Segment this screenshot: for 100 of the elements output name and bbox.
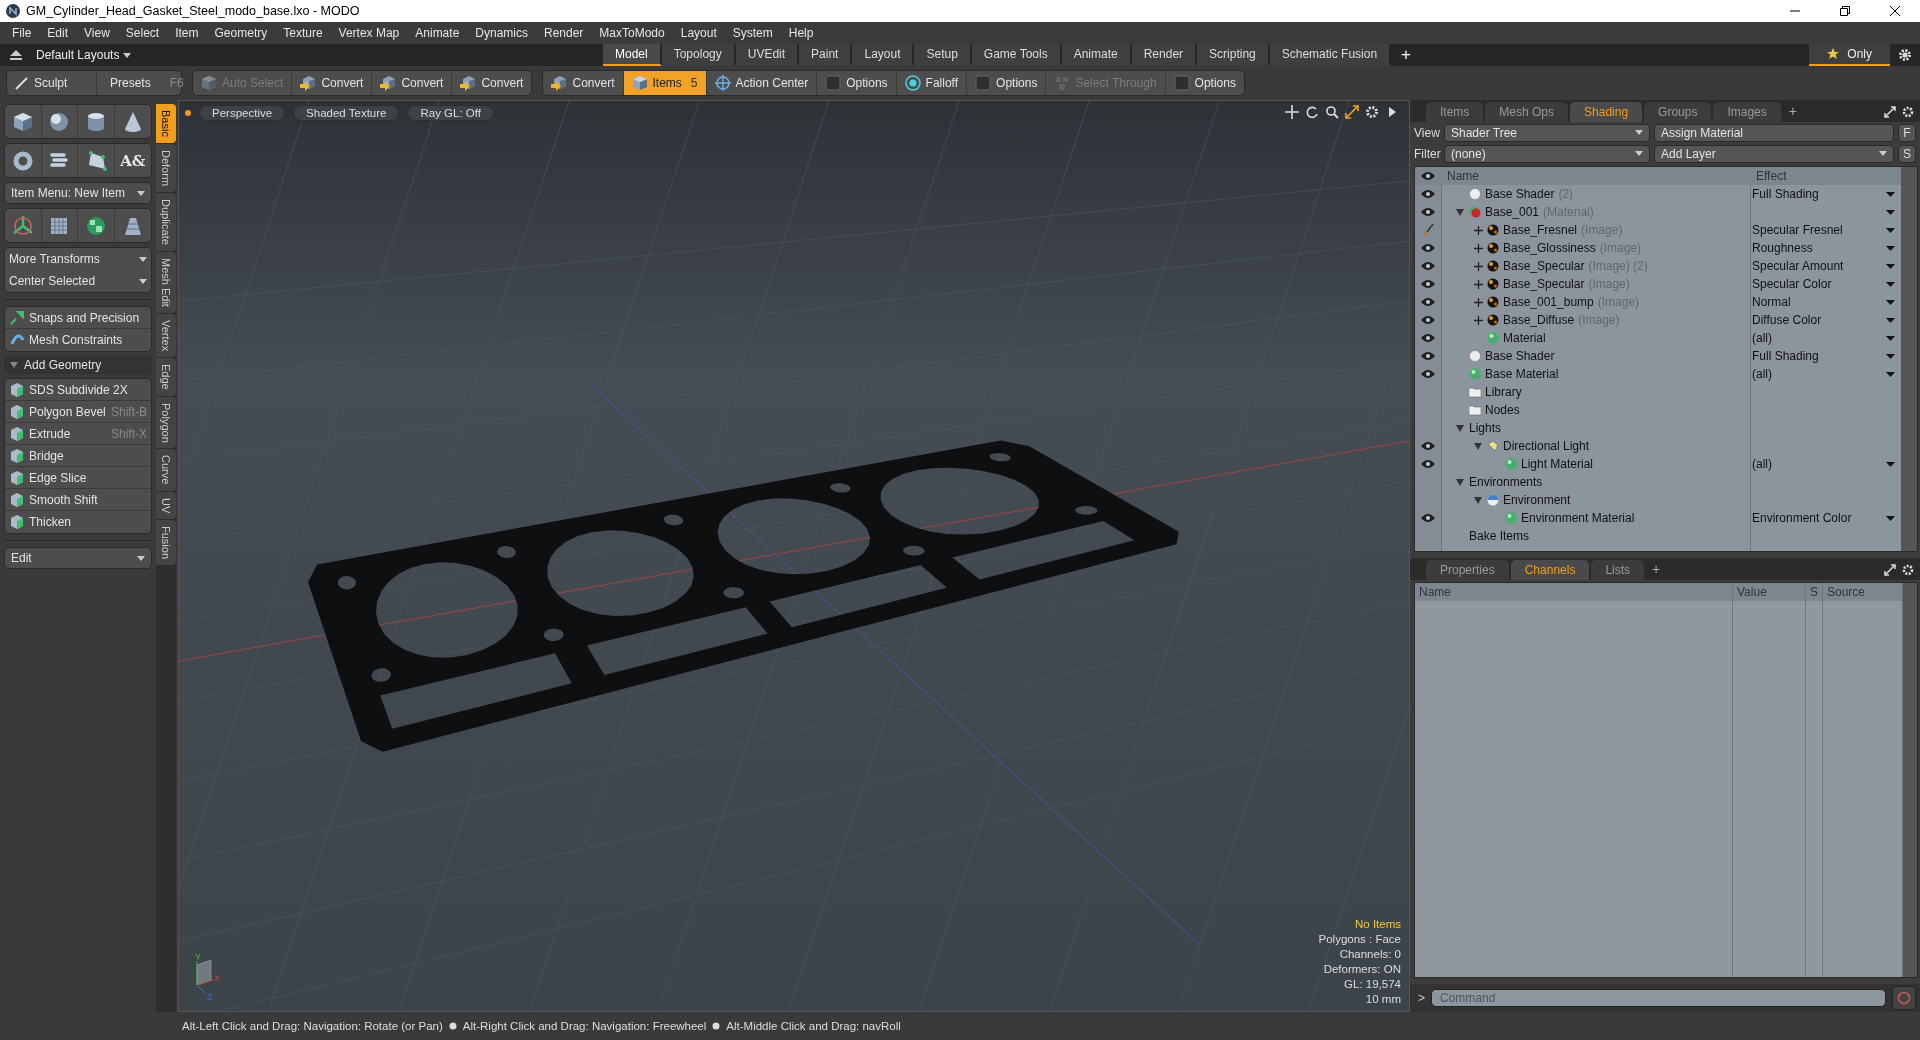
effect-dropdown-caret-icon[interactable] [1886,227,1895,233]
visibility-eye-icon[interactable] [1421,513,1435,523]
visibility-eye-icon[interactable] [1421,369,1435,379]
scrollbar[interactable] [1903,583,1917,977]
toolbar-button[interactable]: Convert [543,71,624,95]
layout-tab[interactable]: Paint [799,44,853,66]
expand-icon[interactable] [1884,564,1896,576]
layer-name[interactable]: Environments [1469,475,1543,489]
tool-button[interactable]: Snaps and Precision [5,307,151,329]
layer-name[interactable]: Base_Glossiness [1503,241,1596,255]
menu-item[interactable]: Item [167,26,207,40]
effect-dropdown-caret-icon[interactable] [1886,461,1895,467]
side-tab[interactable]: Deform [156,143,176,192]
panel-tab[interactable]: Channels [1510,560,1590,580]
side-tab[interactable]: Edge [156,357,176,396]
effect-dropdown-caret-icon[interactable] [1886,209,1895,215]
toolbar-button[interactable]: Options [967,71,1047,95]
add-tab-button[interactable]: + [1391,44,1422,66]
panel-tab[interactable]: Shading [1570,102,1643,122]
tree-row[interactable]: Directional Light [1415,437,1901,455]
side-tab[interactable]: Basic [156,104,176,143]
tree-row[interactable]: Light Material (all) [1415,455,1901,473]
checker-ball-icon[interactable] [84,214,107,237]
layer-name[interactable]: Environment [1503,493,1571,507]
menu-item[interactable]: File [4,26,40,40]
transform-dropdown[interactable]: More Transforms [5,248,151,270]
collapsed-plus-icon[interactable] [1473,279,1483,289]
collapsed-plus-icon[interactable] [1473,225,1483,235]
settings-icon[interactable] [1365,105,1379,119]
settings-icon[interactable] [1902,106,1914,118]
layout-tab[interactable]: Animate [1061,44,1132,66]
view-dropdown[interactable]: Shader Tree [1444,123,1650,142]
scrollbar[interactable] [1901,167,1917,551]
layer-name[interactable]: Base Material [1485,367,1559,381]
layout-tab[interactable]: Setup [914,44,972,66]
tree-row[interactable]: Material (all) [1415,329,1901,347]
move-icon[interactable] [1285,105,1299,119]
expand-icon[interactable] [1345,105,1359,119]
paint-brush-icon[interactable] [1422,223,1434,237]
layer-name[interactable]: Bake Items [1469,529,1530,543]
visibility-eye-icon[interactable] [1421,441,1435,451]
shortcut-key-button[interactable]: F [1898,123,1916,142]
search-icon[interactable] [1325,105,1339,119]
cube-icon[interactable] [11,110,34,133]
menu-item[interactable]: MaxToModo [591,26,673,40]
viewport-option-button[interactable]: Ray GL: Off [407,105,494,121]
visibility-eye-icon[interactable] [1421,189,1435,199]
menu-item[interactable]: Render [536,26,592,40]
tool-button[interactable]: Edge Slice [5,467,151,489]
layout-tab[interactable]: Render [1131,44,1198,66]
panel-tab[interactable]: Groups [1644,102,1712,122]
toolbar-button[interactable]: Options [817,71,897,95]
layer-name[interactable]: Base Shader [1485,349,1555,363]
tool-button[interactable]: Polygon Bevel Shift-B [5,401,151,423]
collapsed-plus-icon[interactable] [1473,243,1483,253]
settings-icon[interactable] [1902,564,1914,576]
add-tab-button[interactable]: + [1646,561,1667,580]
layout-tab[interactable]: Game Tools [971,44,1062,66]
view-dropdown[interactable]: (none) [1444,144,1650,163]
layout-tab[interactable]: Schematic Fusion [1269,44,1392,66]
visibility-eye-icon[interactable] [1421,333,1435,343]
only-toggle[interactable]: Only [1809,44,1890,66]
expanded-triangle-icon[interactable] [1456,208,1464,216]
expanded-triangle-icon[interactable] [1456,424,1464,432]
menu-item[interactable]: System [724,26,781,40]
menu-item[interactable]: Help [780,26,822,40]
collapsed-plus-icon[interactable] [1473,315,1483,325]
command-field[interactable]: Command [1431,989,1886,1007]
sphere-icon[interactable] [48,110,71,133]
side-tab[interactable]: UV [156,491,176,520]
toolbar-button[interactable]: Action Center [706,71,818,95]
tool-button[interactable]: Mesh Constraints [5,329,151,351]
effect-dropdown-caret-icon[interactable] [1886,353,1895,359]
layout-tab[interactable]: Layout [852,44,915,66]
layout-tab[interactable]: Scripting [1197,44,1270,66]
layout-tab[interactable]: Topology [661,44,736,66]
toolbar-button[interactable]: Items 5 [623,71,707,95]
effect-dropdown-caret-icon[interactable] [1886,335,1895,341]
menu-item[interactable]: Edit [39,26,77,40]
panel-tab[interactable]: Properties [1426,560,1509,580]
restore-icon[interactable] [1839,5,1851,17]
layer-name[interactable]: Base_001_bump [1503,295,1594,309]
text-tool-icon[interactable]: A& [120,151,146,170]
torus-icon[interactable] [11,149,34,172]
layer-name[interactable]: Base_Specular [1503,277,1585,291]
panel-tab[interactable]: Items [1426,102,1484,122]
toolbar-button[interactable]: Convert [372,71,453,95]
tree-row[interactable]: Environment Material Environment Color [1415,509,1901,527]
layer-name[interactable]: Library [1485,385,1522,399]
action-dropdown[interactable]: Add Layer [1654,144,1894,163]
tree-row[interactable]: Base Material (all) [1415,365,1901,383]
sculpt-button[interactable]: Sculpt [7,71,97,95]
toolbar-button[interactable]: Convert [452,71,532,95]
visibility-eye-icon[interactable] [1421,279,1435,289]
expanded-triangle-icon[interactable] [1456,478,1464,486]
tree-row[interactable]: Base Shader Full Shading [1415,347,1901,365]
tree-row[interactable]: Lights [1415,419,1901,437]
panel-tab[interactable]: Lists [1591,560,1645,580]
section-header[interactable]: Add Geometry [4,356,152,374]
tree-row[interactable]: Environment [1415,491,1901,509]
